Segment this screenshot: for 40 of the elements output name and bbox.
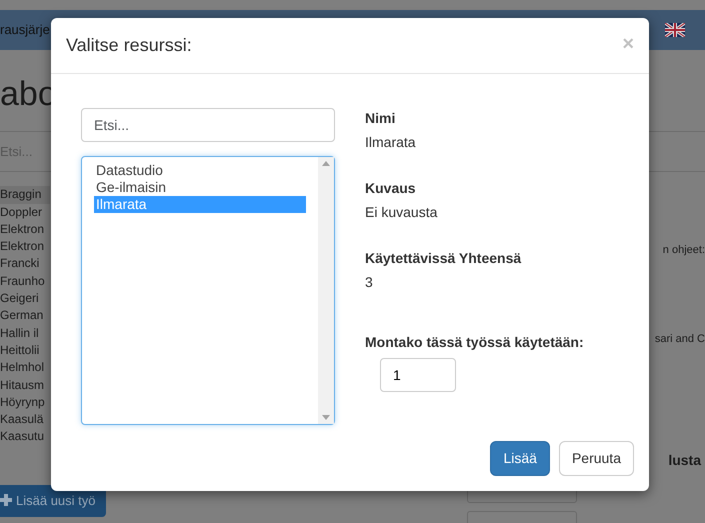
plus-icon (0, 494, 12, 506)
list-item[interactable]: Kaasulä (0, 411, 50, 428)
list-item[interactable]: Francki (0, 255, 50, 273)
dialog-title: Valitse resurssi: (66, 34, 192, 56)
quantity-field[interactable]: 1 (380, 358, 456, 392)
field-label: Käytettävissä Yhteensä (365, 249, 522, 268)
list-item[interactable]: Helmhol (0, 359, 50, 377)
list-item[interactable]: Doppler (0, 204, 50, 221)
listbox-option[interactable]: Datastudio (94, 162, 306, 179)
field-value: Ei kuvausta (365, 203, 438, 222)
list-item[interactable]: Heittolii (0, 342, 50, 360)
field-label: Kuvaus (365, 179, 417, 198)
field-value: Ilmarata (365, 133, 417, 152)
field-label: sari and C (654, 332, 705, 347)
field-label: n ohjeet: (662, 243, 705, 258)
list-item[interactable]: Geigeri (0, 290, 50, 308)
list-item[interactable]: Hitausm (0, 376, 50, 394)
list-item[interactable]: Fraunho (0, 272, 50, 290)
list-item[interactable]: Elektron (0, 220, 50, 238)
list-item[interactable]: Höyrynp (0, 394, 50, 412)
add-button[interactable]: Lisää (490, 441, 550, 476)
cancel-button[interactable]: Peruuta (558, 441, 634, 476)
scroll-down-icon[interactable] (322, 415, 330, 420)
list-item[interactable]: Braggin (0, 186, 50, 204)
add-work-button[interactable]: Lisää uusi työ (0, 485, 106, 517)
section-heading: lusta (668, 451, 701, 470)
scroll-up-icon[interactable] (322, 161, 330, 166)
resource-listbox[interactable]: Datastudio Ge-ilmaisin Ilmarata (81, 156, 335, 425)
field-label: Montako tässä työssä käytetään: (365, 333, 584, 352)
flag-icon[interactable] (665, 23, 685, 37)
list-item[interactable]: Kaasutu (0, 428, 50, 446)
list-item[interactable]: Hallin il (0, 324, 50, 342)
listbox-option[interactable]: Ge-ilmaisin (94, 179, 306, 196)
listbox-option[interactable]: Ilmarata (94, 196, 306, 213)
search-field[interactable]: Etsi... (81, 108, 335, 142)
field-label: Nimi (365, 109, 396, 128)
field-value: 3 (365, 273, 374, 292)
list-item[interactable]: Elektron (0, 238, 50, 256)
nav-link-text[interactable]: rausjärje (0, 20, 50, 40)
list-item[interactable]: German (0, 307, 50, 325)
